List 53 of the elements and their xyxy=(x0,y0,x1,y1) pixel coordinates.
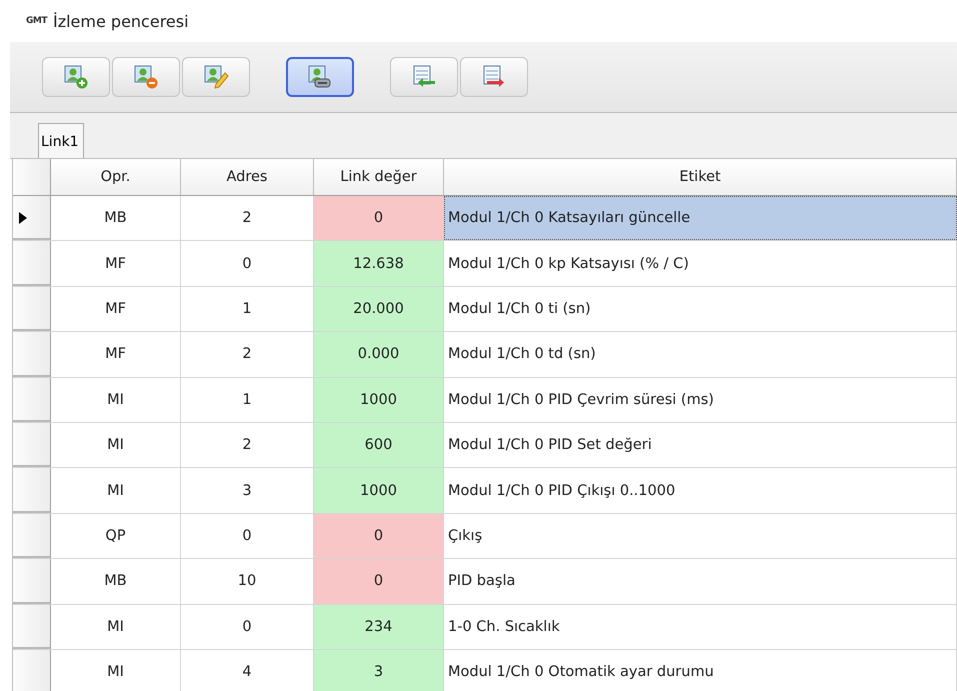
logo: GMT xyxy=(26,16,47,26)
column-header[interactable]: Etiket xyxy=(444,159,957,195)
table-cell: MB xyxy=(51,559,181,604)
table-cell: Modul 1/Ch 0 PID Çıkışı 0..1000 xyxy=(444,468,957,513)
table-arrow-left-icon xyxy=(411,64,437,90)
table-cell: Modul 1/Ch 0 ti (sn) xyxy=(444,286,957,332)
image-link-icon xyxy=(307,64,333,90)
table-cell: MF xyxy=(51,332,181,377)
add-button[interactable] xyxy=(42,57,110,97)
value-cell: 0 xyxy=(314,196,444,240)
table-cell: MF xyxy=(51,286,181,332)
image-minus-icon xyxy=(133,64,159,90)
link-button[interactable] xyxy=(286,57,354,97)
column-header[interactable]: Link değer xyxy=(314,159,444,195)
table-cell: Modul 1/Ch 0 kp Katsayısı (% / C) xyxy=(444,241,957,286)
value-cell: 600 xyxy=(314,422,444,468)
table-cell: MI xyxy=(51,650,181,691)
table-cell: Modul 1/Ch 0 td (sn) xyxy=(444,332,957,377)
edit-button[interactable] xyxy=(182,57,250,97)
remove-button[interactable] xyxy=(112,57,180,97)
import-button[interactable] xyxy=(390,57,458,97)
window-title: İzleme penceresi xyxy=(52,12,189,30)
value-cell: 0.000 xyxy=(314,332,444,377)
value-cell: 0 xyxy=(314,514,444,558)
row-pointer-icon xyxy=(19,212,27,224)
image-pencil-icon xyxy=(203,64,229,90)
table-cell: 1-0 Ch. Sıcaklık xyxy=(444,604,957,649)
table-cell: PID başla xyxy=(444,559,957,604)
value-cell: 234 xyxy=(314,604,444,649)
image-plus-icon xyxy=(63,64,89,90)
tab[interactable]: Link1 xyxy=(38,123,84,158)
value-cell: 1000 xyxy=(314,378,444,422)
table-cell: Modul 1/Ch 0 PID Çevrim süresi (ms) xyxy=(444,378,957,422)
table-cell: Modul 1/Ch 0 Katsayıları güncelle xyxy=(444,196,957,240)
table-cell: QP xyxy=(51,514,181,558)
row-header[interactable] xyxy=(13,196,51,240)
table-cell: MF xyxy=(51,241,181,286)
value-cell: 0 xyxy=(314,559,444,604)
table-cell: MB xyxy=(51,196,181,240)
value-cell: 12.638 xyxy=(314,241,444,286)
export-button[interactable] xyxy=(460,57,528,97)
table-cell: Modul 1/Ch 0 PID Set değeri xyxy=(444,422,957,468)
value-cell: 20.000 xyxy=(314,286,444,332)
value-cell: 1000 xyxy=(314,468,444,513)
value-cell: 3 xyxy=(314,650,444,691)
column-header[interactable]: Adres xyxy=(181,159,314,195)
table-cell: MI xyxy=(51,422,181,468)
table-cell: Çıkış xyxy=(444,514,957,558)
table-cell: MI xyxy=(51,468,181,513)
column-header[interactable]: Opr. xyxy=(51,159,181,195)
table-cell: MI xyxy=(51,378,181,422)
table-cell: MI xyxy=(51,604,181,649)
table-cell: Modul 1/Ch 0 Otomatik ayar durumu xyxy=(444,650,957,691)
